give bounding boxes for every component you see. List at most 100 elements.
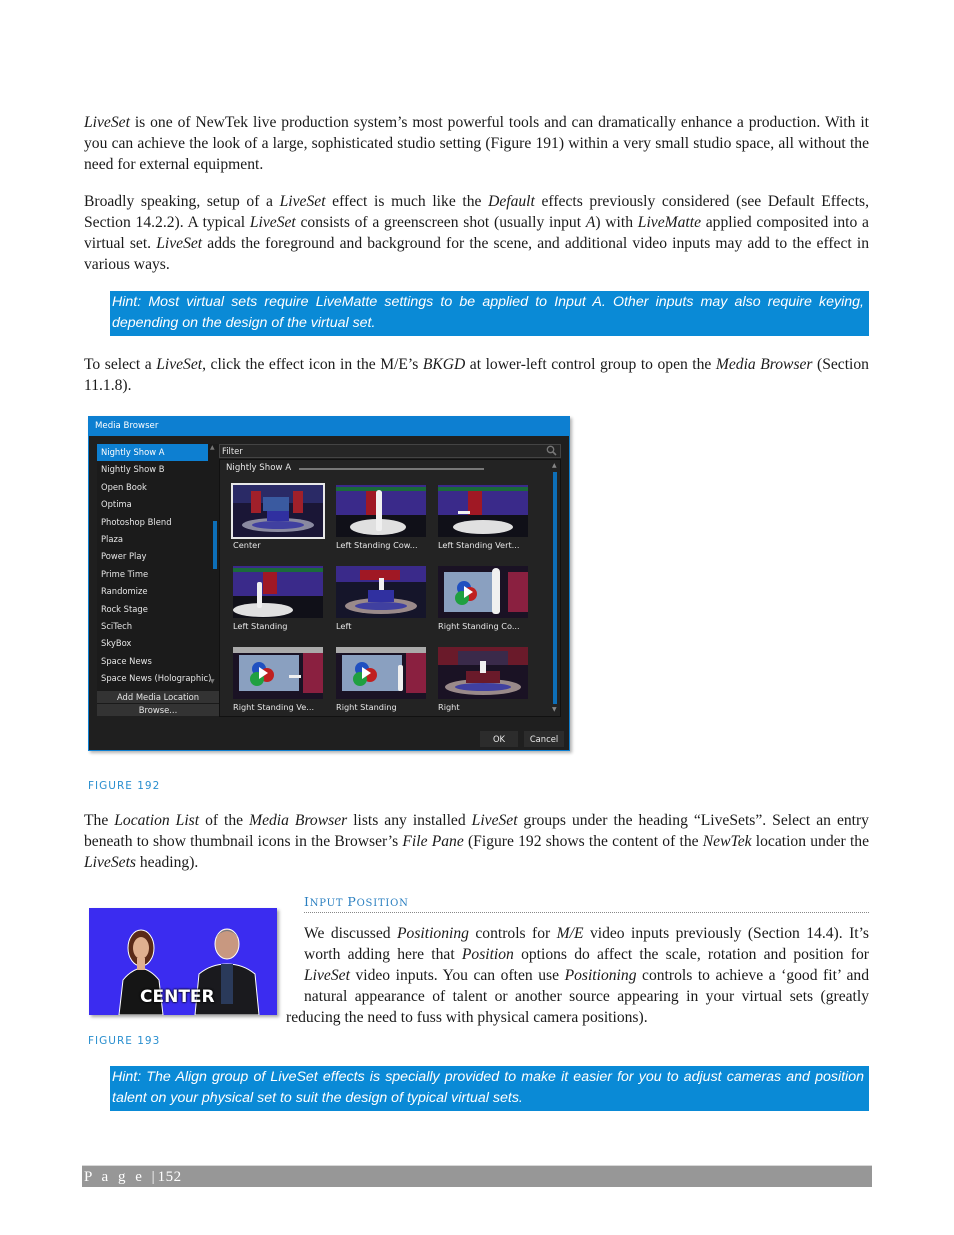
setup-paragraph: Broadly speaking, setup of a LiveSet eff…	[84, 191, 869, 275]
page-label: P a g e	[84, 1169, 145, 1185]
term: File Pane	[402, 833, 464, 850]
hint-box: Hint: The Align group of LiveSet effects…	[110, 1066, 869, 1111]
ok-button[interactable]: OK	[480, 731, 518, 747]
heading-text: NPUT	[309, 898, 348, 909]
media-browser-dialog: Media Browser Nightly Show A Nightly Sho…	[88, 416, 570, 751]
term: LiveSet	[471, 812, 518, 829]
text: , click the effect icon in the M/E’s	[202, 356, 423, 373]
location-item[interactable]: Photoshop Blend	[97, 514, 219, 531]
thumbnail-label: Left Standing	[233, 621, 288, 631]
thumbnail-center[interactable]	[231, 483, 325, 539]
location-item[interactable]: Prime Time	[97, 566, 219, 583]
thumbnail-right-standing[interactable]	[336, 647, 426, 699]
term: Media Browser	[715, 356, 813, 373]
term: LiveMatte	[637, 214, 701, 231]
search-icon[interactable]	[546, 445, 557, 459]
list-scroll-up-icon[interactable]: ▲	[210, 444, 215, 451]
term: Media Browser	[249, 812, 348, 829]
term: Position	[461, 946, 514, 963]
term: LiveSet	[249, 214, 296, 231]
location-item[interactable]: Randomize	[97, 583, 219, 600]
page-number: 152	[157, 1169, 182, 1185]
cancel-button[interactable]: Cancel	[524, 731, 564, 747]
location-item[interactable]: SciTech	[97, 618, 219, 635]
location-item[interactable]: Nightly Show B	[97, 461, 219, 478]
thumbnail-left[interactable]	[336, 566, 426, 618]
term: BKGD	[422, 356, 466, 373]
figure-193-image: CENTER	[89, 908, 277, 1015]
thumbnail-label: Right	[438, 702, 460, 712]
pane-scroll-down-icon[interactable]: ▼	[552, 706, 557, 713]
text: effect is much like the	[325, 193, 489, 210]
add-media-location-button[interactable]: Add Media Location	[97, 690, 219, 703]
location-list: Nightly Show A Nightly Show B Open Book …	[97, 444, 219, 705]
list-scrollbar[interactable]	[213, 521, 217, 569]
positioning-paragraph: We discussed Positioning controls for M/…	[286, 923, 869, 1028]
center-label: CENTER	[140, 987, 215, 1007]
term: LiveSet	[279, 193, 326, 210]
figure-193-caption: FIGURE 193	[88, 1035, 161, 1047]
term: A	[585, 214, 596, 231]
dialog-title: Media Browser	[89, 417, 569, 436]
location-item[interactable]: SkyBox	[97, 635, 219, 652]
select-liveset-paragraph: To select a LiveSet, click the effect ic…	[84, 354, 869, 396]
text: We discussed	[304, 925, 398, 942]
text: Broadly speaking, setup of a	[84, 193, 280, 210]
heading-divider	[299, 468, 484, 470]
term: Positioning	[564, 967, 637, 984]
thumbnail-label: Center	[233, 540, 261, 550]
thumbnail-label: Left Standing Cow...	[336, 540, 418, 550]
text: The	[84, 812, 115, 829]
text: consists of a greenscreen shot (usually …	[295, 214, 586, 231]
browse-button[interactable]: Browse...	[97, 703, 219, 716]
file-pane: Nightly Show A Center Left Standing Cow.…	[219, 459, 561, 717]
text: lists any installed	[347, 812, 472, 829]
filter-input[interactable]: Filter	[219, 444, 561, 458]
term: LiveSet	[304, 967, 350, 984]
location-list-paragraph: The Location List of the Media Browser l…	[84, 810, 869, 873]
thumbnail-left-standing[interactable]	[233, 566, 323, 618]
location-item[interactable]: Open Book	[97, 479, 219, 496]
location-item[interactable]: Power Play	[97, 548, 219, 565]
text: is one of NewTek live production system’…	[84, 114, 869, 173]
text: video inputs. You can often use	[349, 967, 565, 984]
text: heading).	[135, 854, 199, 871]
pane-scrollbar[interactable]	[553, 472, 557, 704]
thumbnail-left-standing-cow[interactable]	[336, 485, 426, 537]
filter-placeholder: Filter	[222, 446, 243, 456]
figure-192-caption: FIGURE 192	[88, 780, 161, 792]
heading-text: OSITION	[356, 898, 409, 909]
heading-initial: P	[347, 894, 357, 909]
text: To select a	[84, 356, 157, 373]
location-item[interactable]: Space News (Holographic)	[97, 670, 219, 687]
thumbnail-label: Right Standing	[336, 702, 397, 712]
term: Location List	[114, 812, 200, 829]
text: at lower-left control group to open the	[465, 356, 716, 373]
term: M/E	[556, 925, 584, 942]
term: Positioning	[397, 925, 469, 942]
list-scroll-down-icon[interactable]: ▼	[210, 678, 215, 685]
location-item[interactable]: Space News	[97, 653, 219, 670]
pane-scroll-up-icon[interactable]: ▲	[552, 462, 557, 469]
section-heading-input-position: INPUT POSITION	[304, 894, 869, 913]
location-item[interactable]: Plaza	[97, 531, 219, 548]
text: adds the foreground and background for t…	[84, 235, 869, 273]
thumbnail-right-standing-ve[interactable]	[233, 647, 323, 699]
term: LiveSet	[156, 235, 203, 252]
hint-box: Hint: Most virtual sets require LiveMatt…	[110, 291, 869, 336]
intro-paragraph: LiveSet is one of NewTek live production…	[84, 112, 869, 175]
thumbnail-right[interactable]	[438, 647, 528, 699]
page-footer: P a g e |152	[82, 1165, 872, 1187]
text: options do affect the scale, rotation an…	[513, 946, 869, 963]
thumbnail-label: Right Standing Ve...	[233, 702, 315, 712]
thumbnail-right-standing-co[interactable]	[438, 566, 528, 618]
thumbnail-label: Right Standing Co...	[438, 621, 520, 631]
thumbnail-label: Left Standing Vert...	[438, 540, 520, 550]
text: location under the	[751, 833, 870, 850]
text: of the	[199, 812, 250, 829]
term: LiveSet	[156, 356, 203, 373]
location-item[interactable]: Optima	[97, 496, 219, 513]
location-item[interactable]: Rock Stage	[97, 601, 219, 618]
thumbnail-left-standing-vert[interactable]	[438, 485, 528, 537]
location-item[interactable]: Nightly Show A	[97, 444, 208, 462]
